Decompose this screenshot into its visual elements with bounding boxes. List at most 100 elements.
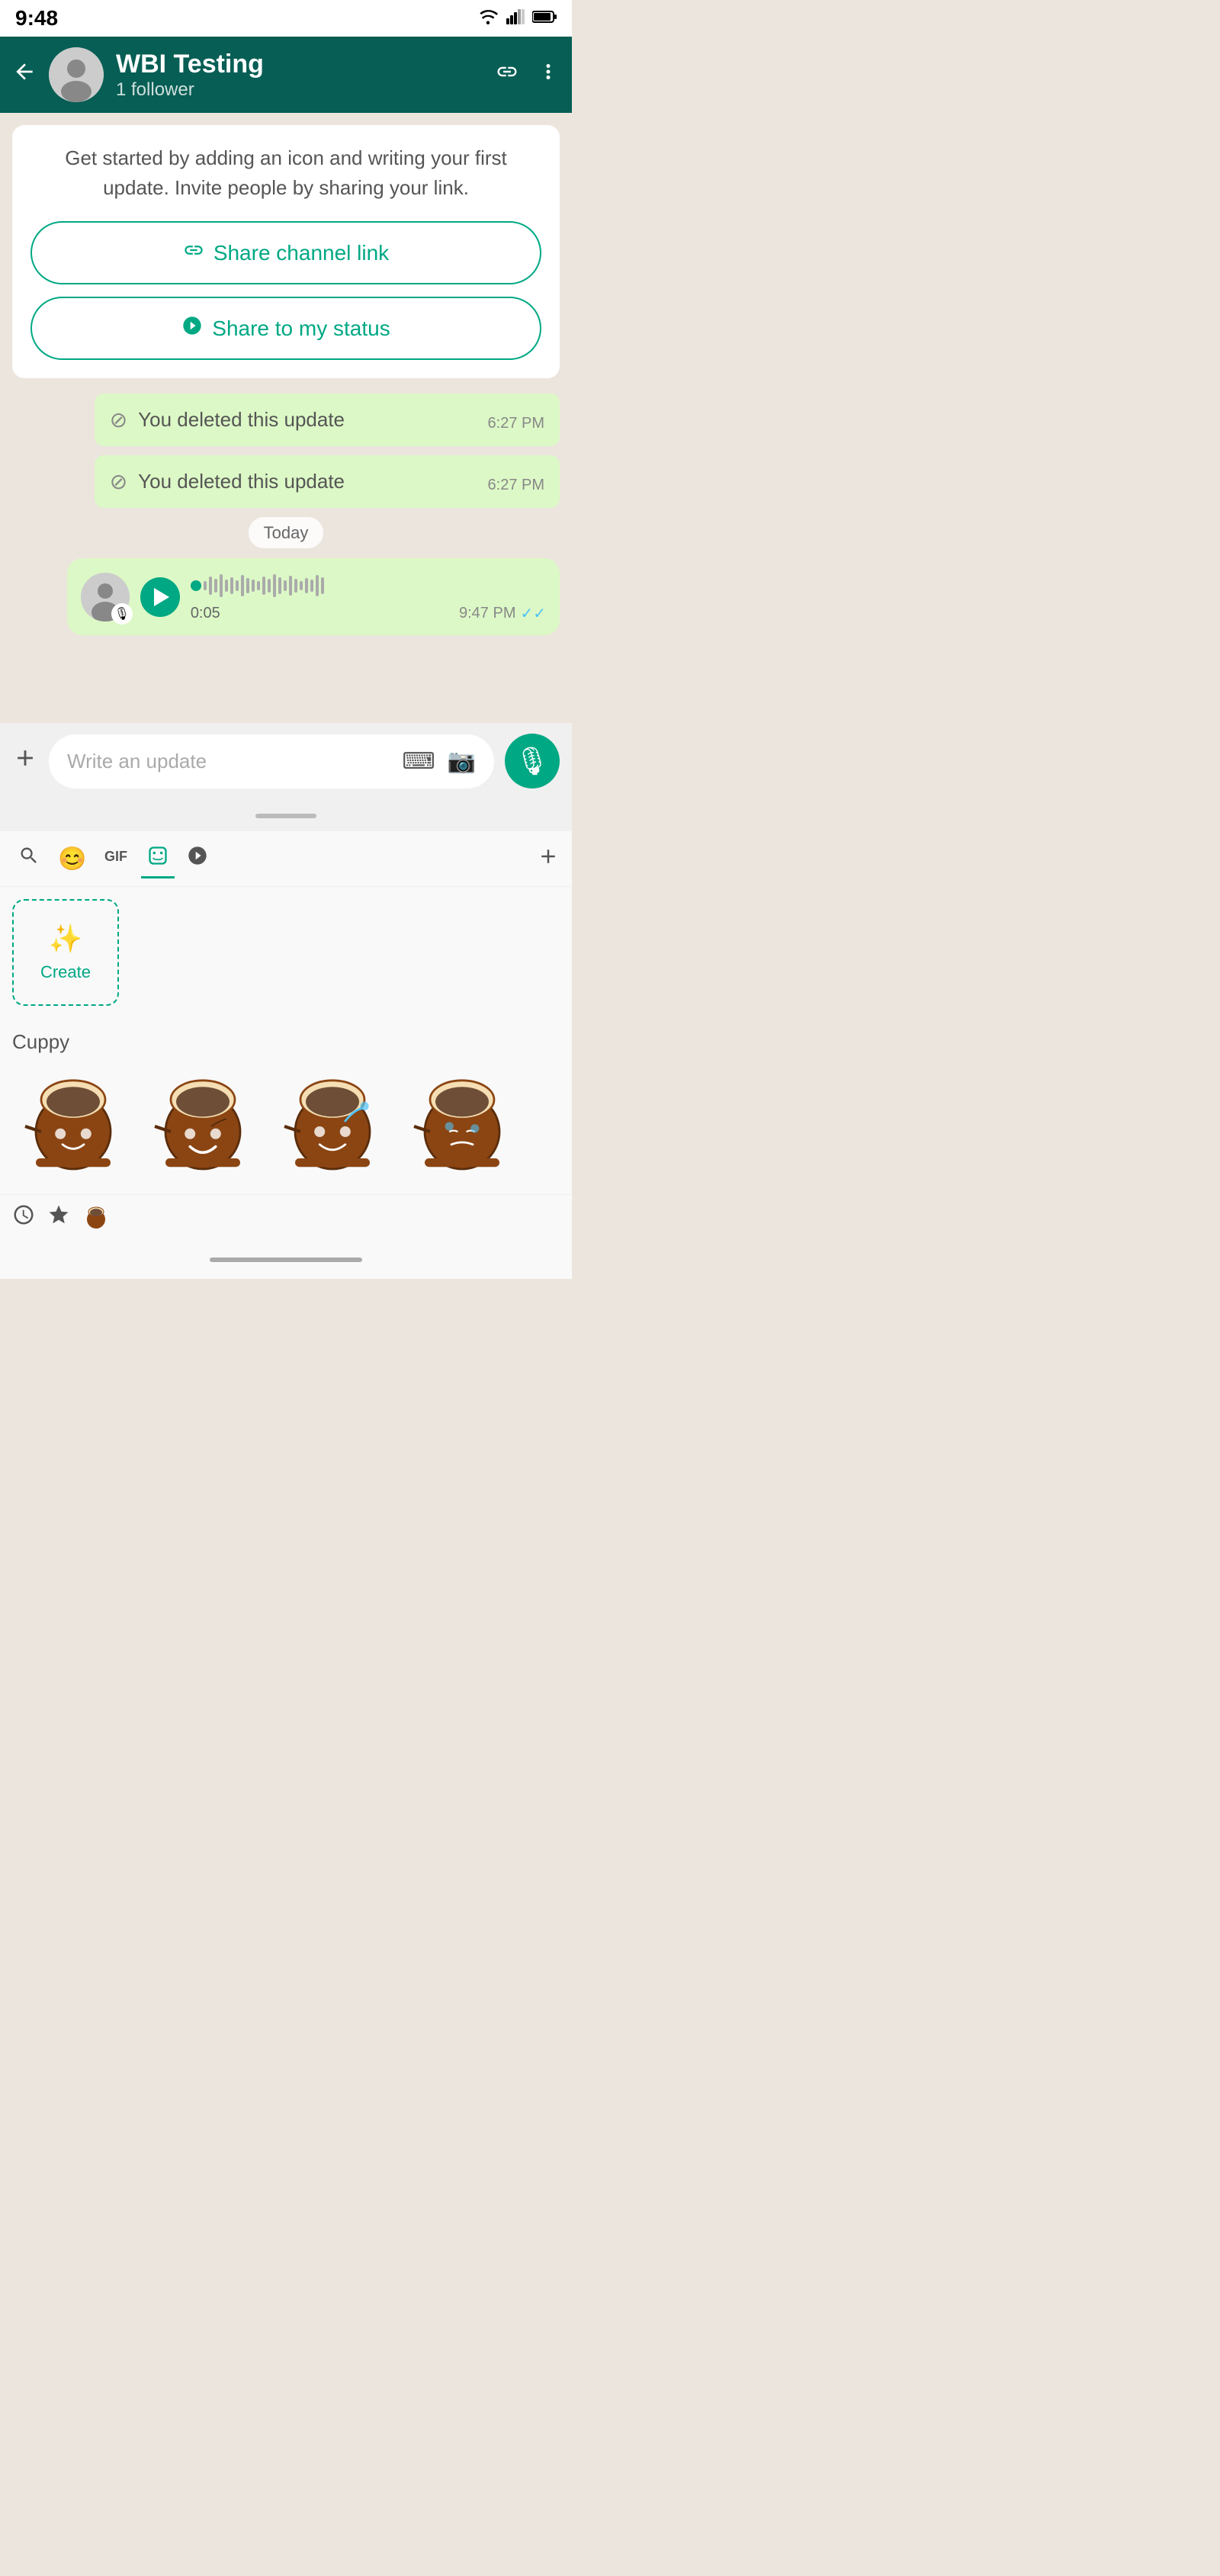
emoji-favorites-tab[interactable] — [47, 1203, 70, 1232]
voice-bottom-row: 0:05 9:47 PM ✓✓ — [191, 604, 546, 623]
voice-duration: 0:05 — [191, 605, 220, 622]
emoji-toolbar: 😊 GIF — [0, 831, 572, 887]
home-indicator — [0, 1241, 572, 1279]
waveform-bar — [204, 581, 207, 590]
input-action-icons: ⌨ 📷 — [402, 748, 476, 775]
status-icons — [477, 9, 557, 28]
share-channel-link-button[interactable]: Share channel link — [30, 221, 541, 284]
waveform-bar — [300, 581, 303, 590]
emoji-recents-tab[interactable] — [12, 1203, 35, 1232]
waveform-bar — [316, 575, 319, 596]
svg-text:GIF: GIF — [104, 849, 127, 864]
deleted-message-2: ⊘ You deleted this update 6:27 PM — [95, 455, 560, 508]
deleted-text-1: You deleted this update — [138, 408, 470, 432]
voice-check-icon: ✓✓ — [520, 604, 546, 623]
voice-time-row: 9:47 PM ✓✓ — [459, 604, 546, 623]
sticker-tab[interactable] — [141, 839, 175, 878]
camera-icon[interactable]: 📷 — [448, 748, 476, 775]
waveform-bar — [294, 579, 297, 593]
emoji-keyboard: 😊 GIF ✨ C — [0, 831, 572, 1241]
chat-area: Get started by adding an icon and writin… — [0, 113, 572, 723]
deleted-message-1: ⊘ You deleted this update 6:27 PM — [95, 393, 560, 446]
share-channel-link-label: Share channel link — [214, 241, 389, 265]
intro-card: Get started by adding an icon and writin… — [12, 125, 560, 378]
deleted-time-2: 6:27 PM — [488, 477, 544, 494]
back-button[interactable] — [12, 59, 37, 91]
voice-play-button[interactable] — [140, 577, 180, 617]
share-link-icon — [183, 239, 204, 266]
message-input-box[interactable]: Write an update ⌨ 📷 — [49, 734, 494, 789]
waveform-bar — [246, 578, 249, 593]
create-sticker-button[interactable]: ✨ Create — [12, 899, 119, 1006]
waveform-bar — [268, 579, 271, 593]
deleted-icon-2: ⊘ — [110, 469, 127, 494]
channel-title: WBI Testing — [116, 50, 483, 79]
sticker-item-0[interactable] — [12, 1060, 134, 1182]
waveform-bar — [305, 578, 308, 593]
status-time: 9:48 — [15, 6, 58, 31]
date-divider: Today — [12, 523, 560, 543]
sticker-create-section: ✨ Create — [0, 887, 572, 1018]
waveform-bar — [220, 574, 223, 597]
link-icon[interactable] — [496, 60, 518, 89]
bubble-sticker-tab[interactable] — [181, 839, 214, 878]
deleted-time-1: 6:27 PM — [488, 415, 544, 432]
keyboard-icon[interactable]: ⌨ — [402, 748, 435, 775]
intro-description: Get started by adding an icon and writin… — [30, 143, 541, 203]
waveform-bar — [278, 577, 281, 594]
share-status-icon — [181, 315, 203, 342]
sticker-item-1[interactable] — [142, 1060, 264, 1182]
voice-time: 9:47 PM — [459, 605, 515, 622]
sticker-pack-label: Cuppy — [0, 1018, 572, 1060]
waveform-bar — [230, 577, 233, 594]
home-bar — [210, 1257, 362, 1262]
waveform-bar — [321, 577, 324, 594]
header: WBI Testing 1 follower — [0, 37, 572, 113]
stickers-grid — [0, 1060, 572, 1194]
waveform-bar — [225, 580, 228, 592]
add-emoji-button[interactable] — [537, 845, 560, 873]
channel-info[interactable]: WBI Testing 1 follower — [116, 50, 483, 101]
voice-message-bubble: 🎙 — [67, 558, 560, 635]
signal-icon — [506, 9, 525, 28]
voice-waveform — [191, 570, 546, 601]
create-sticker-label: Create — [40, 962, 91, 982]
emoji-search-tab[interactable] — [12, 839, 46, 878]
create-sticker-icon: ✨ — [49, 923, 83, 955]
play-icon — [154, 588, 169, 606]
voice-sender-avatar: 🎙 — [81, 573, 130, 622]
status-bar: 9:48 — [0, 0, 572, 37]
sticker-item-2[interactable] — [271, 1060, 393, 1182]
drag-handle-bar — [255, 814, 316, 818]
waveform-bar — [209, 577, 212, 595]
attach-button[interactable] — [12, 745, 38, 778]
date-label: Today — [249, 517, 324, 548]
battery-icon — [532, 10, 557, 27]
emoji-face-tab[interactable]: 😊 — [52, 840, 92, 878]
sticker-pack-thumb[interactable] — [82, 1203, 113, 1233]
message-input-area: Write an update ⌨ 📷 🎙 — [0, 723, 572, 799]
wifi-icon — [477, 9, 499, 28]
deleted-text-2: You deleted this update — [138, 470, 470, 493]
waveform-bar — [310, 580, 313, 592]
waveform-bar — [262, 577, 265, 595]
waveform-bar — [252, 580, 255, 592]
waveform-bar — [257, 581, 260, 590]
waveform-dot — [191, 580, 201, 591]
share-to-status-label: Share to my status — [212, 316, 390, 341]
voice-mic-badge: 🎙 — [111, 603, 133, 625]
microphone-icon: 🎙 — [515, 745, 550, 777]
header-action-icons — [496, 60, 560, 89]
waveform-bar — [273, 574, 276, 597]
deleted-icon-1: ⊘ — [110, 407, 127, 432]
gif-tab[interactable]: GIF — [98, 839, 135, 878]
emoji-bottom-nav — [0, 1194, 572, 1241]
waveform-bar — [289, 576, 292, 596]
mic-button[interactable]: 🎙 — [505, 734, 560, 789]
waveform-bar — [284, 580, 287, 591]
share-to-status-button[interactable]: Share to my status — [30, 297, 541, 360]
sticker-item-3[interactable] — [401, 1060, 523, 1182]
more-options-icon[interactable] — [537, 60, 560, 89]
waveform-bar — [241, 575, 244, 596]
waveform-bar — [236, 580, 239, 591]
